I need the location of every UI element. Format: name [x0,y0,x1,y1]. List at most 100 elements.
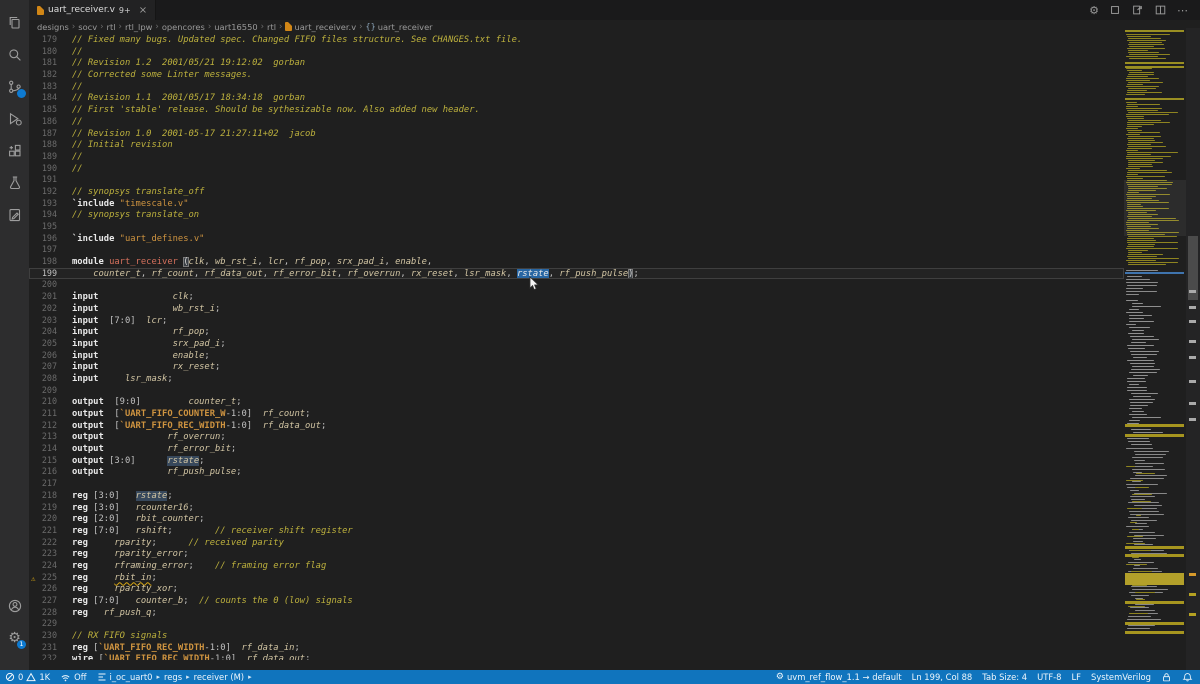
sync-status[interactable]: ⚙ uvm_ref_flow_1.1 → default [771,670,907,684]
breadcrumb-item[interactable]: rtl [107,22,116,32]
breadcrumb-item[interactable]: uart_receiver.v [285,22,356,32]
code-line[interactable]: 213output rf_overrun; [29,431,1124,443]
code-line[interactable]: 216output rf_push_pulse; [29,466,1124,478]
code-line[interactable]: 196`include "uart_defines.v" [29,233,1124,245]
language-status[interactable]: SystemVerilog [1086,670,1156,684]
code-line[interactable]: 212output [`UART_FIFO_REC_WIDTH-1:0] rf_… [29,420,1124,432]
warning-icon [26,672,36,682]
indentation-status[interactable]: Tab Size: 4 [977,670,1032,684]
code-line[interactable]: 198module uart_receiver (clk, wb_rst_i, … [29,256,1124,268]
code-line[interactable]: 202input wb_rst_i; [29,303,1124,315]
activity-notebook-button[interactable] [0,199,29,231]
activity-testing-button[interactable] [0,167,29,199]
breadcrumb-item[interactable]: rtl [267,22,276,32]
encoding-status[interactable]: UTF-8 [1032,670,1066,684]
split-editor-icon[interactable] [1154,4,1167,16]
code-line[interactable]: 229 [29,618,1124,630]
eol-status[interactable]: LF [1067,670,1086,684]
code-line[interactable]: 183// [29,81,1124,93]
code-line[interactable]: 182// Corrected some Linter messages. [29,69,1124,81]
code-line[interactable]: 179// Fixed many bugs. Updated spec. Cha… [29,34,1124,46]
code-line[interactable]: 218reg [3:0] rstate; [29,490,1124,502]
code-line[interactable]: 195 [29,221,1124,233]
tab-lock-status[interactable] [1156,670,1177,684]
code-line[interactable]: 231reg [`UART_FIFO_REC_WIDTH-1:0] rf_dat… [29,642,1124,654]
code-line[interactable]: 199 counter_t, rf_count, rf_data_out, rf… [29,268,1124,280]
code-line[interactable]: 190// [29,163,1124,175]
hierarchy-status[interactable]: i_oc_uart0▸regs▸receiver (M)▸ [92,670,258,684]
code-line[interactable]: 188// Initial revision [29,139,1124,151]
code-line[interactable]: 228reg rf_push_q; [29,607,1124,619]
code-line[interactable]: 210output [9:0] counter_t; [29,396,1124,408]
code-line[interactable]: 207input rx_reset; [29,361,1124,373]
activity-settings-button[interactable]: ⚙ 1 [0,622,29,654]
tab-close-icon[interactable]: × [139,5,147,16]
code-line[interactable]: 206input enable; [29,350,1124,362]
code-line[interactable]: 224reg rframing_error; // framing error … [29,560,1124,572]
open-changes-icon[interactable] [1131,4,1144,16]
remote-status[interactable]: Off [55,670,91,684]
code-line[interactable]: 204input rf_pop; [29,326,1124,338]
code-line[interactable]: 180// [29,46,1124,58]
code-line[interactable]: 209 [29,385,1124,397]
code-text: module uart_receiver (clk, wb_rst_i, lcr… [72,257,432,267]
code-line[interactable]: 214output rf_error_bit; [29,443,1124,455]
editor-square-icon[interactable] [1109,4,1121,16]
code-line[interactable]: 208input lsr_mask; [29,373,1124,385]
code-line[interactable]: 221reg [7:0] rshift; // receiver shift r… [29,525,1124,537]
cursor-position-status[interactable]: Ln 199, Col 88 [907,670,978,684]
code-line[interactable]: ⚠225reg rbit_in; [29,572,1124,584]
code-line[interactable]: 200 [29,279,1124,291]
activity-extensions-button[interactable] [0,135,29,167]
tab-uart-receiver[interactable]: uart_receiver.v 9+ × [29,0,156,20]
code-line[interactable]: 203input [7:0] lcr; [29,315,1124,327]
scrollbar[interactable] [1186,28,1200,670]
activity-source-control-button[interactable] [0,71,29,103]
code-line[interactable]: 223reg rparity_error; [29,548,1124,560]
line-number: 210 [29,396,57,408]
breadcrumb-item[interactable]: opencores [162,22,205,32]
breadcrumb-item[interactable]: designs [37,22,69,32]
activity-run-debug-button[interactable] [0,103,29,135]
code-line[interactable]: 230// RX FIFO signals [29,630,1124,642]
code-line[interactable]: 226reg rparity_xor; [29,583,1124,595]
line-number: 197 [29,244,57,256]
notifications-status[interactable] [1177,670,1200,684]
breadcrumb-item[interactable]: {}uart_receiver [366,22,433,32]
code-editor[interactable]: 179// Fixed many bugs. Updated spec. Cha… [29,34,1124,660]
minimap[interactable] [1124,30,1186,660]
problems-status[interactable]: 0 1K [0,670,55,684]
code-line[interactable]: 191 [29,174,1124,186]
code-line[interactable]: 187// Revision 1.0 2001-05-17 21:27:11+0… [29,128,1124,140]
code-line[interactable]: 232wire [`UART_FIFO_REC_WIDTH-1:0] rf_da… [29,653,1124,660]
breadcrumb-item[interactable]: uart16550 [214,22,257,32]
code-line[interactable]: 181// Revision 1.2 2001/05/21 19:12:02 g… [29,57,1124,69]
code-line[interactable]: 197 [29,244,1124,256]
code-line[interactable]: 217 [29,478,1124,490]
code-line[interactable]: 222reg rparity; // received parity [29,537,1124,549]
code-line[interactable]: 211output [`UART_FIFO_COUNTER_W-1:0] rf_… [29,408,1124,420]
code-line[interactable]: 184// Revision 1.1 2001/05/17 18:34:18 g… [29,92,1124,104]
code-line[interactable]: 193`include "timescale.v" [29,198,1124,210]
more-actions-icon[interactable]: ⋯ [1177,5,1188,16]
code-line[interactable]: 186// [29,116,1124,128]
code-line[interactable]: 189// [29,151,1124,163]
code-line[interactable]: 227reg [7:0] counter_b; // counts the 0 … [29,595,1124,607]
code-line[interactable]: 215output [3:0] rstate; [29,455,1124,467]
code-line[interactable]: 205input srx_pad_i; [29,338,1124,350]
minimap-slider[interactable] [1124,180,1186,236]
activity-account-button[interactable] [0,590,29,622]
code-line[interactable]: 192// synopsys translate_off [29,186,1124,198]
code-line[interactable]: 219reg [3:0] rcounter16; [29,502,1124,514]
code-line[interactable]: 220reg [2:0] rbit_counter; [29,513,1124,525]
activity-explorer-button[interactable] [0,7,29,39]
code-line[interactable]: 185// First 'stable' release. Should be … [29,104,1124,116]
code-line[interactable]: 201input clk; [29,291,1124,303]
search-icon [7,47,23,63]
editor-gear-icon[interactable]: ⚙ [1089,5,1099,16]
activity-search-button[interactable] [0,39,29,71]
line-number: 221 [29,525,57,537]
code-line[interactable]: 194// synopsys translate_on [29,209,1124,221]
breadcrumb-item[interactable]: rtl_lpw [125,22,152,32]
breadcrumb-item[interactable]: socv [78,22,97,32]
